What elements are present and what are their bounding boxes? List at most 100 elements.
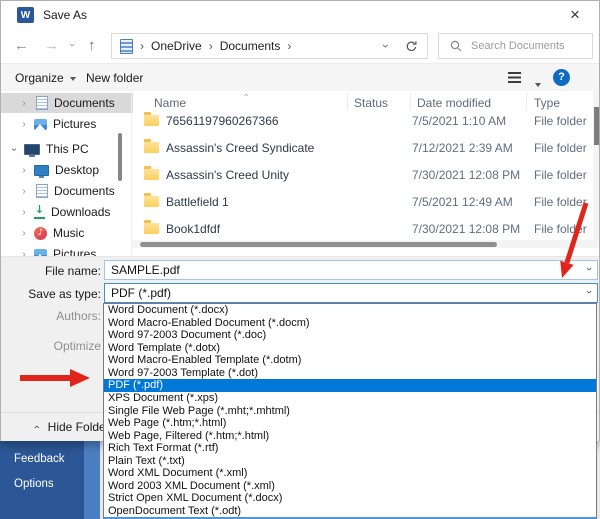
chevron-down-icon[interactable]: › — [583, 290, 595, 294]
chevron-collapsed-icon[interactable]: › — [19, 249, 29, 257]
new-folder-button[interactable]: New folder — [86, 71, 143, 85]
vertical-scrollbar[interactable] — [593, 91, 599, 248]
dropdown-option-selected[interactable]: PDF (*.pdf) — [104, 379, 596, 392]
chevron-collapsed-icon[interactable]: › — [19, 228, 29, 239]
chevron-down-icon — [70, 77, 76, 81]
row-name: Book1dfdf — [166, 222, 220, 236]
horizontal-scrollbar[interactable] — [132, 240, 593, 248]
dropdown-option[interactable]: Single File Web Page (*.mht;*.mhtml) — [104, 404, 596, 417]
file-name-label: File name: — [6, 264, 101, 278]
dropdown-option[interactable]: Word Document (*.docx) — [104, 304, 596, 317]
word-app-icon: W — [17, 7, 34, 23]
dropdown-option[interactable]: Web Page, Filtered (*.htm;*.html) — [104, 429, 596, 442]
search-icon — [450, 40, 462, 52]
horizontal-scrollbar-thumb[interactable] — [140, 242, 497, 247]
search-placeholder: Search Documents — [471, 40, 565, 52]
sidebar-item-pictures[interactable]: › Pictures — [1, 114, 133, 134]
documents-icon — [36, 96, 48, 110]
row-type: File folder — [534, 195, 587, 209]
table-row[interactable]: 76561197960267366 7/5/2021 1:10 AM File fo… — [132, 107, 592, 134]
dropdown-option[interactable]: Word 97-2003 Template (*.dot) — [104, 367, 596, 380]
sidebar-item-label: Music — [53, 226, 84, 240]
folder-icon — [144, 142, 159, 153]
browse-area: ›Documents›Pictures›This PC›Desktop›Docu… — [1, 91, 599, 256]
address-dropdown-icon[interactable]: › — [379, 40, 393, 52]
table-row[interactable]: Assassin's Creed Unity7/30/2021 12:08 PM… — [132, 161, 592, 188]
table-row[interactable]: Book1dfdf7/30/2021 12:08 PMFile folder — [132, 215, 592, 242]
row-date-modified: 7/5/2021 1:10 AM — [412, 114, 506, 128]
navigation-bar: ← → › ↑ › OneDrive › Documents › › — [1, 29, 599, 63]
recent-locations-dropdown-icon[interactable]: › — [66, 43, 78, 47]
dropdown-option[interactable]: Word Macro-Enabled Document (*.docm) — [104, 317, 596, 330]
dropdown-option[interactable]: Word Macro-Enabled Template (*.dotm) — [104, 354, 596, 367]
sidebar-item-this-pc[interactable]: › This PC — [1, 139, 123, 159]
folder-icon — [144, 169, 159, 180]
dropdown-option[interactable]: Web Page (*.htm;*.html) — [104, 417, 596, 430]
table-row[interactable]: Battlefield 17/5/2021 12:49 AMFile folde… — [132, 188, 592, 215]
search-box[interactable]: Search Documents — [438, 33, 593, 59]
row-type: File folder — [534, 114, 587, 128]
dropdown-option[interactable]: Rich Text Format (*.rtf) — [104, 442, 596, 455]
breadcrumb-documents[interactable]: Documents — [220, 39, 281, 53]
music-icon — [34, 227, 47, 240]
sidebar-item-documents[interactable]: › Documents — [1, 93, 133, 113]
chevron-collapsed-icon[interactable]: › — [19, 98, 29, 109]
organize-menu[interactable]: Organize — [15, 71, 76, 85]
sidebar-item-label: This PC — [46, 142, 89, 156]
chevron-expanded-icon[interactable]: › — [9, 144, 20, 154]
back-button[interactable]: ← — [14, 36, 29, 56]
breadcrumb-onedrive[interactable]: OneDrive — [151, 39, 202, 53]
close-icon[interactable]: × — [565, 5, 585, 25]
dialog-title: Save As — [43, 8, 87, 22]
backstage-feedback-item[interactable]: Feedback — [14, 453, 65, 465]
forward-button[interactable]: → — [44, 36, 59, 56]
dropdown-option[interactable]: OpenDocument Text (*.odt) — [104, 505, 596, 518]
dropdown-option[interactable]: Word 97-2003 Document (*.doc) — [104, 329, 596, 342]
sidebar-item-music[interactable]: › Music — [1, 223, 133, 243]
sidebar-item-label: Pictures — [53, 117, 96, 131]
sidebar-item-pictures[interactable]: › Pictures — [1, 244, 133, 256]
help-button[interactable]: ? — [553, 69, 570, 86]
sidebar-item-documents[interactable]: › Documents — [1, 181, 133, 201]
file-list: Name › Status Date modified Type 7656119… — [131, 91, 599, 256]
documents-icon — [36, 184, 48, 198]
sidebar-item-label: Downloads — [51, 205, 110, 219]
chevron-collapsed-icon[interactable]: › — [19, 165, 29, 176]
chevron-down-icon[interactable]: › — [583, 267, 595, 271]
up-one-level-button[interactable]: ↑ — [88, 36, 96, 56]
sidebar-item-desktop[interactable]: ›Desktop — [1, 160, 133, 180]
refresh-icon[interactable] — [405, 40, 418, 53]
row-date-modified: 7/12/2021 2:39 AM — [412, 141, 513, 155]
address-bar[interactable]: › OneDrive › Documents › › — [111, 33, 428, 59]
sidebar-item-label: Documents — [54, 96, 115, 110]
change-view-icon[interactable] — [508, 72, 521, 83]
authors-label: Authors: — [6, 309, 101, 323]
screenshot-root: Feedback Options W Save As × ← → › ↑ › O… — [0, 0, 600, 519]
dropdown-option[interactable]: Plain Text (*.txt) — [104, 454, 596, 467]
chevron-collapsed-icon[interactable]: › — [19, 186, 29, 197]
dropdown-option[interactable]: Word 2003 XML Document (*.xml) — [104, 479, 596, 492]
file-name-value: SAMPLE.pdf — [111, 263, 180, 277]
dropdown-option[interactable]: Word Template (*.dotx) — [104, 342, 596, 355]
dropdown-option[interactable]: Strict Open XML Document (*.docx) — [104, 492, 596, 505]
file-name-input[interactable]: SAMPLE.pdf › — [104, 260, 598, 280]
save-as-type-select[interactable]: PDF (*.pdf) › — [104, 283, 598, 303]
row-type: File folder — [534, 168, 587, 182]
save-as-type-label: Save as type: — [6, 287, 101, 301]
sidebar-item-label: Pictures — [53, 247, 96, 256]
dropdown-option[interactable]: Word XML Document (*.xml) — [104, 467, 596, 480]
backstage-options-item[interactable]: Options — [14, 478, 54, 490]
this-pc-icon — [24, 144, 40, 155]
sidebar-item-label: Documents — [54, 184, 115, 198]
chevron-collapsed-icon[interactable]: › — [19, 207, 29, 218]
dropdown-option[interactable]: XPS Document (*.xps) — [104, 392, 596, 405]
table-row[interactable]: Assassin's Creed Syndicate7/12/2021 2:39… — [132, 134, 592, 161]
folder-icon — [144, 196, 159, 207]
sidebar-item-downloads[interactable]: › Downloads — [1, 202, 133, 222]
row-name: 76561197960267366 — [166, 114, 279, 128]
pictures-icon — [34, 119, 47, 130]
vertical-scrollbar-thumb[interactable] — [594, 107, 599, 145]
folder-icon — [144, 115, 159, 126]
row-date-modified: 7/30/2021 12:08 PM — [412, 168, 520, 182]
chevron-collapsed-icon[interactable]: › — [19, 119, 29, 130]
